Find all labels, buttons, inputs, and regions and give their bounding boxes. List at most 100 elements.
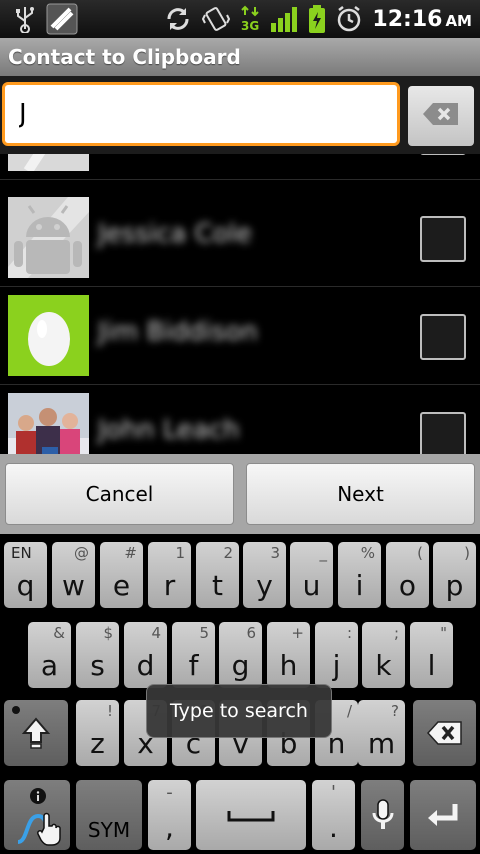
egg-avatar-icon: [8, 295, 89, 376]
key-alt-label: _: [319, 544, 328, 562]
contact-avatar: [8, 154, 89, 171]
key-label: f: [188, 649, 199, 682]
contact-list[interactable]: Jessica Cole Jim Biddison John Leach: [0, 154, 480, 454]
key-label: u: [302, 569, 321, 602]
comma-key[interactable]: -,: [148, 780, 191, 850]
space-bar-icon: [196, 780, 306, 850]
key-alt-label: 6: [246, 624, 256, 642]
settings-key[interactable]: [4, 780, 70, 850]
key-w[interactable]: @ w: [52, 542, 95, 608]
key-e[interactable]: # e: [100, 542, 143, 608]
key-label: p: [445, 569, 464, 602]
key-alt-label: 4: [151, 624, 161, 642]
contact-row[interactable]: Jim Biddison: [0, 287, 480, 385]
key-label: t: [212, 569, 223, 602]
key-o[interactable]: (o: [386, 542, 429, 608]
key-label: j: [332, 649, 341, 682]
key-g[interactable]: 6g: [219, 622, 262, 688]
alarm-icon: [336, 5, 362, 33]
space-key[interactable]: [196, 780, 306, 850]
next-button[interactable]: Next: [246, 463, 475, 525]
key-alt-label: $: [103, 624, 113, 642]
key-t[interactable]: 2t: [196, 542, 239, 608]
key-m[interactable]: ? m: [358, 700, 405, 766]
key-label: q: [16, 569, 35, 602]
key-label: a: [40, 649, 59, 682]
contact-name: Jessica Cole: [98, 219, 252, 249]
contact-row[interactable]: John Leach: [0, 385, 480, 454]
sym-key[interactable]: SYM: [76, 780, 142, 850]
key-alt-label: -: [166, 782, 173, 803]
key-s[interactable]: $ s: [76, 622, 119, 688]
key-label: o: [398, 569, 417, 602]
swipe-hand-icon: [14, 808, 62, 850]
cancel-button[interactable]: Cancel: [5, 463, 234, 525]
title-bar: Contact to Clipboard: [0, 38, 480, 76]
key-k[interactable]: ; k: [362, 622, 405, 688]
key-q[interactable]: EN q: [4, 542, 47, 608]
clock-time: 12:16: [372, 6, 443, 32]
key-j[interactable]: :j: [315, 622, 358, 688]
key-y[interactable]: 3y: [243, 542, 286, 608]
key-alt-label: !: [106, 702, 113, 720]
key-u[interactable]: _ u: [290, 542, 333, 608]
key-label: k: [375, 649, 392, 682]
contact-checkbox[interactable]: [420, 412, 466, 454]
key-z[interactable]: ! z: [76, 700, 119, 766]
photo-avatar: [8, 393, 89, 454]
key-alt-label: ): [464, 544, 470, 562]
search-input[interactable]: [2, 82, 400, 146]
contact-row[interactable]: Jessica Cole: [0, 189, 480, 287]
period-key[interactable]: '.: [312, 780, 355, 850]
key-f[interactable]: 5f: [172, 622, 215, 688]
backspace-icon: [413, 700, 476, 766]
key-h[interactable]: + h: [267, 622, 310, 688]
key-alt-label: &: [53, 624, 65, 642]
key-alt-label: %: [360, 544, 375, 562]
info-icon: [30, 788, 46, 808]
delete-key[interactable]: [413, 700, 476, 766]
key-label: g: [231, 649, 250, 682]
key-label: h: [279, 649, 298, 682]
key-p[interactable]: ) p: [433, 542, 476, 608]
key-label: ,: [165, 811, 174, 844]
key-alt-label: ;: [393, 624, 399, 642]
enter-key[interactable]: [410, 780, 476, 850]
key-alt-label: 1: [175, 544, 185, 562]
key-a[interactable]: & a: [28, 622, 71, 688]
network-type-label: 3G: [241, 19, 259, 33]
key-alt-label: 3: [270, 544, 280, 562]
app-icon: [46, 3, 78, 35]
key-label: e: [112, 569, 131, 602]
key-alt-label: ": [440, 624, 447, 642]
key-label: SYM: [87, 818, 131, 842]
microphone-icon: [361, 780, 404, 850]
key-alt-label: 2: [223, 544, 233, 562]
key-i[interactable]: % i: [338, 542, 381, 608]
status-clock: 12:16 AM: [372, 7, 472, 32]
key-label: d: [136, 649, 155, 682]
shift-key[interactable]: [4, 700, 68, 766]
key-alt-label: +: [291, 624, 304, 642]
key-label: l: [427, 649, 436, 682]
key-label: z: [90, 727, 105, 760]
contact-checkbox[interactable]: [420, 154, 466, 155]
key-alt-label: #: [124, 544, 137, 562]
voice-input-key[interactable]: [361, 780, 404, 850]
contact-checkbox[interactable]: [420, 216, 466, 262]
key-label: .: [329, 811, 338, 844]
key-label: i: [355, 569, 364, 602]
key-label: r: [163, 569, 176, 602]
key-label: m: [367, 727, 396, 760]
key-l[interactable]: " l: [410, 622, 453, 688]
key-d[interactable]: 4d: [124, 622, 167, 688]
key-alt-label: /: [346, 702, 352, 720]
android-avatar-icon: [8, 197, 89, 278]
contact-name: Jim Biddison: [98, 317, 258, 347]
contact-checkbox[interactable]: [420, 314, 466, 360]
usb-icon: [14, 5, 36, 33]
key-alt-label: ?: [391, 702, 399, 720]
key-r[interactable]: 1r: [148, 542, 191, 608]
contact-row[interactable]: [0, 154, 480, 180]
clear-search-button[interactable]: [408, 86, 474, 146]
